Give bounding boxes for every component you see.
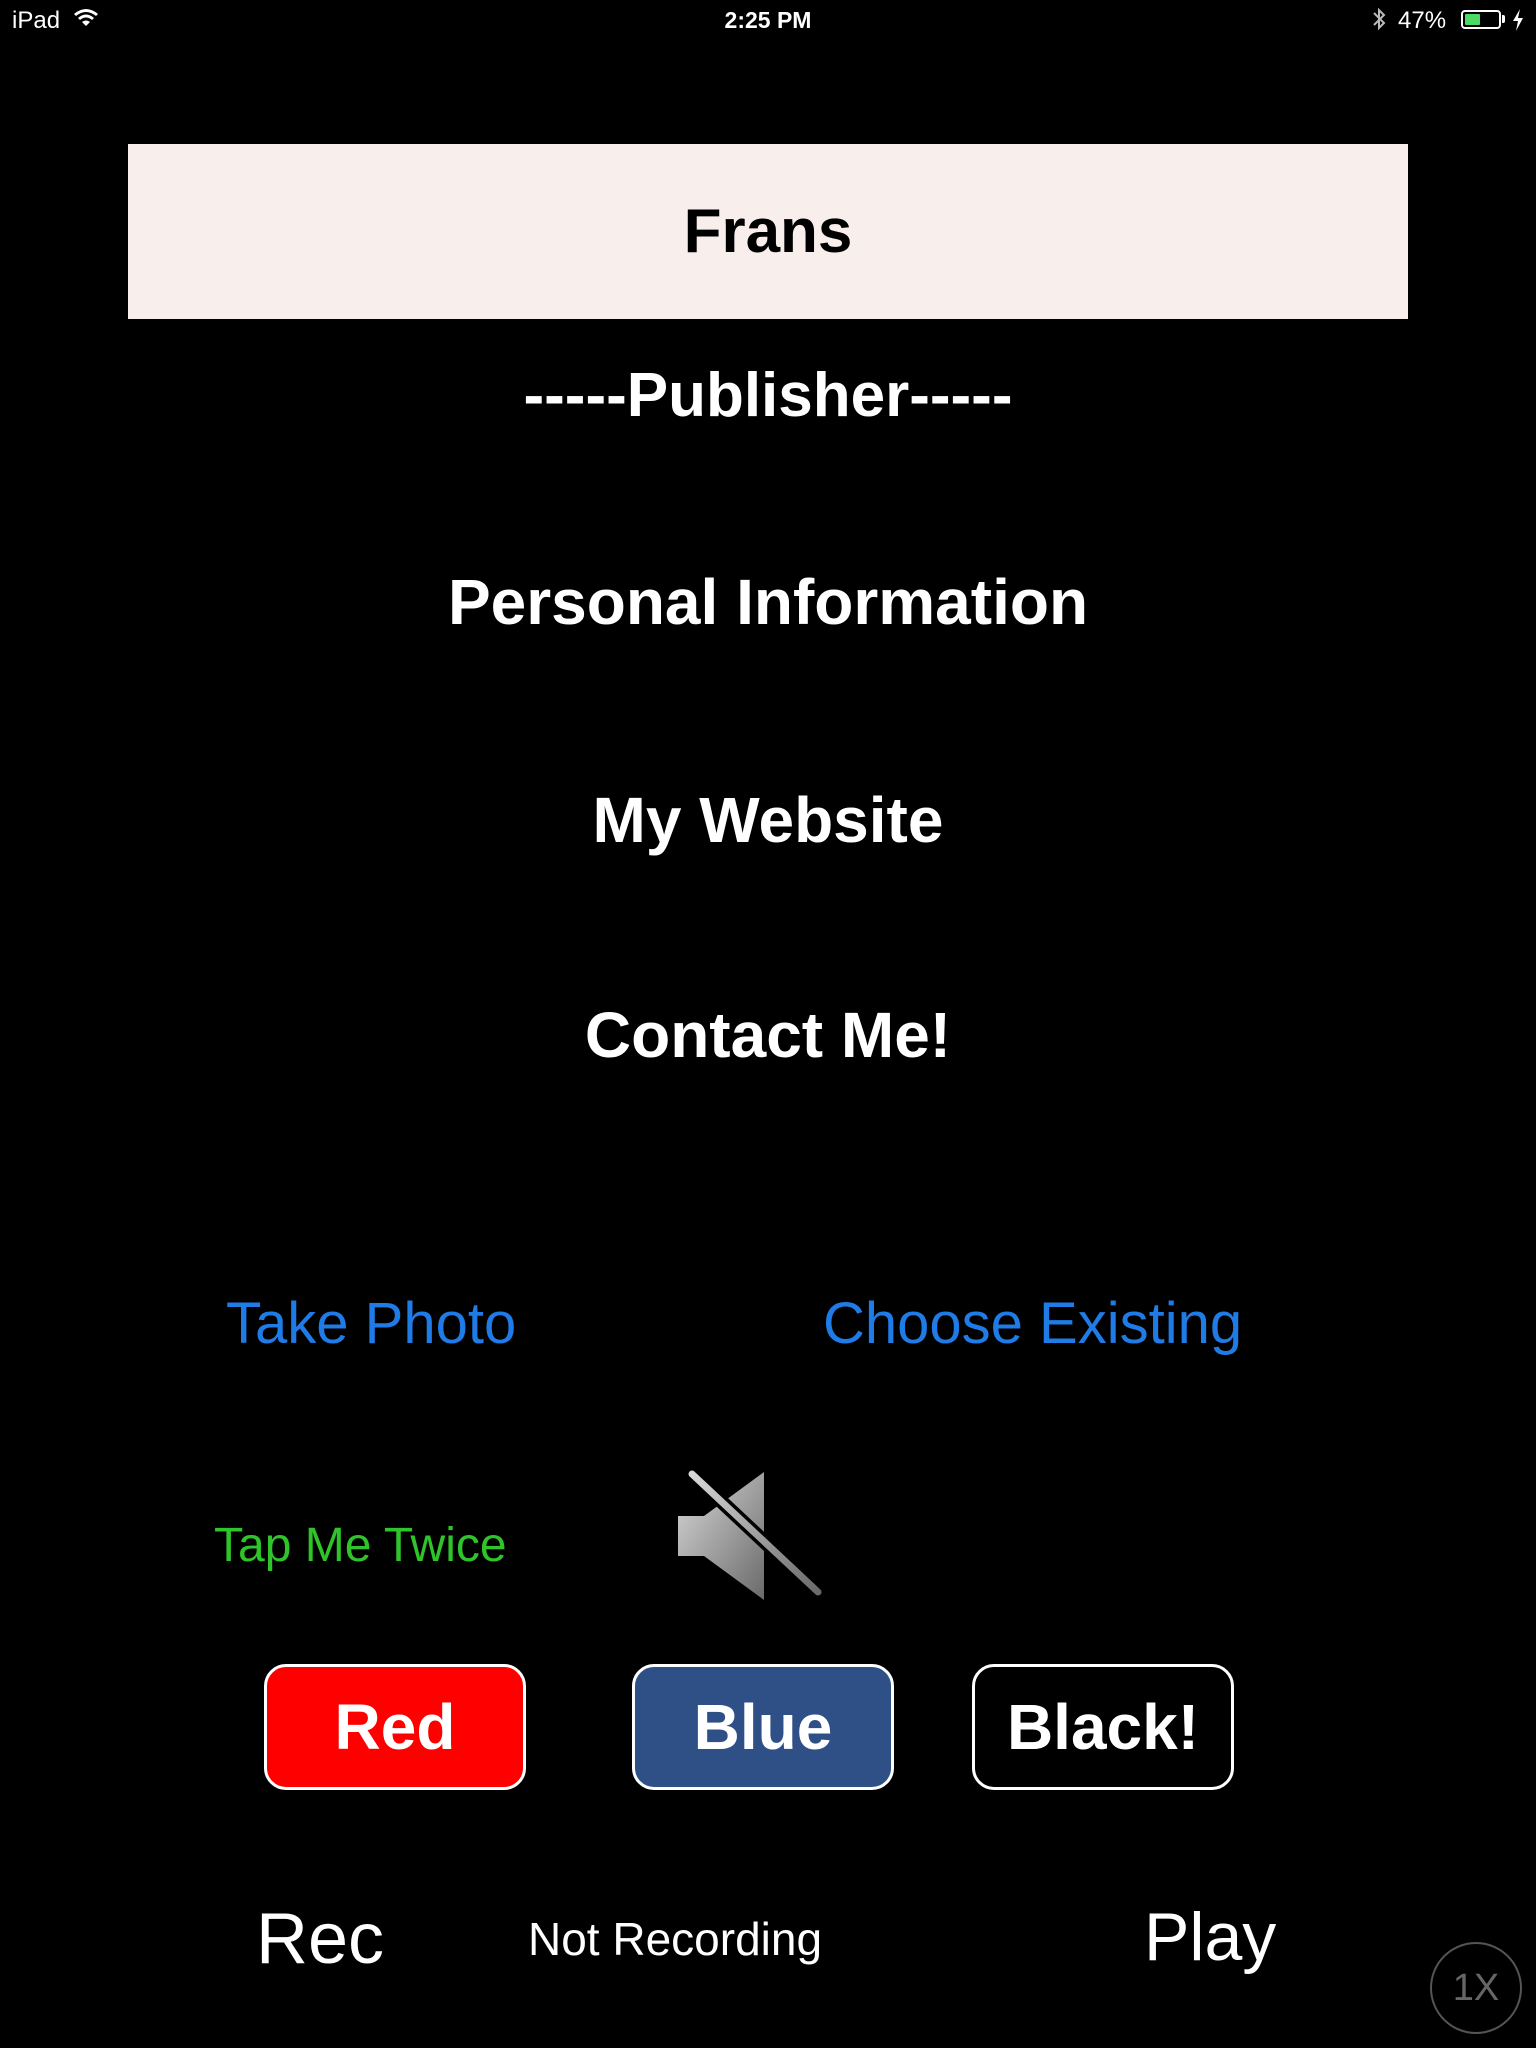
zoom-label: 1X [1452, 1966, 1500, 2009]
name-header: Frans [128, 144, 1408, 319]
take-photo-button[interactable]: Take Photo [226, 1290, 516, 1357]
name-title: Frans [683, 197, 853, 266]
choose-existing-button[interactable]: Choose Existing [823, 1290, 1242, 1357]
black-button[interactable]: Black! [972, 1664, 1234, 1790]
bluetooth-icon [1373, 7, 1386, 31]
charging-bolt-icon [1513, 9, 1523, 31]
personal-information-button[interactable]: Personal Information [0, 565, 1536, 639]
status-time: 2:25 PM [724, 7, 812, 33]
play-button[interactable]: Play [1144, 1898, 1276, 1976]
battery-icon [1461, 10, 1501, 29]
app-screen: iPad 2:25 PM 47% Frans -----Publisher---… [0, 0, 1536, 2048]
publisher-label: -----Publisher----- [523, 361, 1013, 430]
zoom-toggle-button[interactable]: 1X [1430, 1942, 1522, 2034]
battery-tip [1502, 15, 1505, 23]
battery-level-fill [1465, 14, 1480, 25]
rec-button[interactable]: Rec [256, 1898, 384, 1980]
black-button-label: Black! [1006, 1691, 1200, 1763]
battery-percent: 47% [1398, 7, 1447, 34]
red-button-label: Red [334, 1691, 456, 1763]
speaker-muted-icon[interactable] [672, 1466, 822, 1606]
tap-me-twice-button[interactable]: Tap Me Twice [214, 1518, 507, 1573]
recording-status: Not Recording [528, 1913, 823, 1965]
red-button[interactable]: Red [264, 1664, 526, 1790]
my-website-button[interactable]: My Website [0, 783, 1536, 857]
blue-button[interactable]: Blue [632, 1664, 894, 1790]
contact-me-button[interactable]: Contact Me! [0, 998, 1536, 1072]
blue-button-label: Blue [693, 1691, 833, 1763]
status-bar: iPad 2:25 PM 47% [0, 0, 1536, 40]
